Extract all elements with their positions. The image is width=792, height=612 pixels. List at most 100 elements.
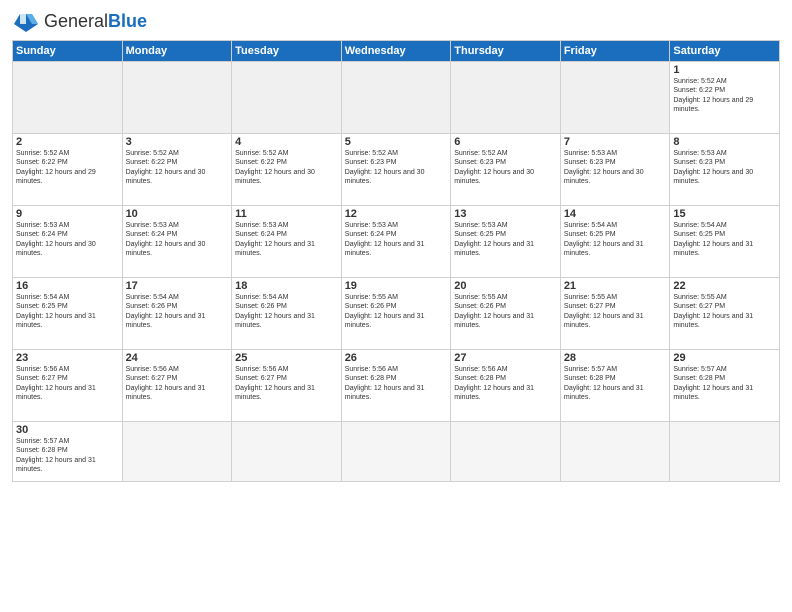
calendar-cell: 25Sunrise: 5:56 AMSunset: 6:27 PMDayligh… [232,350,342,422]
day-number: 2 [16,136,119,148]
day-number: 30 [16,424,119,436]
calendar-cell: 16Sunrise: 5:54 AMSunset: 6:25 PMDayligh… [13,278,123,350]
calendar-cell: 26Sunrise: 5:56 AMSunset: 6:28 PMDayligh… [341,350,451,422]
calendar-cell [341,62,451,134]
day-number: 8 [673,136,776,148]
day-number: 11 [235,208,338,220]
day-info: Sunrise: 5:55 AMSunset: 6:26 PMDaylight:… [345,293,448,331]
day-number: 29 [673,352,776,364]
day-number: 24 [126,352,229,364]
day-number: 23 [16,352,119,364]
calendar-cell: 27Sunrise: 5:56 AMSunset: 6:28 PMDayligh… [451,350,561,422]
header-wednesday: Wednesday [341,41,451,62]
day-number: 16 [16,280,119,292]
day-number: 3 [126,136,229,148]
calendar-cell [232,422,342,482]
day-number: 18 [235,280,338,292]
day-info: Sunrise: 5:52 AMSunset: 6:22 PMDaylight:… [16,149,119,187]
header-tuesday: Tuesday [232,41,342,62]
calendar-cell: 29Sunrise: 5:57 AMSunset: 6:28 PMDayligh… [670,350,780,422]
calendar-cell [451,62,561,134]
day-number: 15 [673,208,776,220]
day-info: Sunrise: 5:53 AMSunset: 6:24 PMDaylight:… [16,221,119,259]
day-number: 7 [564,136,667,148]
calendar-cell [670,422,780,482]
day-number: 5 [345,136,448,148]
day-number: 9 [16,208,119,220]
day-number: 12 [345,208,448,220]
calendar-cell: 4Sunrise: 5:52 AMSunset: 6:22 PMDaylight… [232,134,342,206]
day-info: Sunrise: 5:57 AMSunset: 6:28 PMDaylight:… [673,365,776,403]
calendar-cell: 2Sunrise: 5:52 AMSunset: 6:22 PMDaylight… [13,134,123,206]
day-info: Sunrise: 5:53 AMSunset: 6:23 PMDaylight:… [564,149,667,187]
day-number: 14 [564,208,667,220]
calendar-cell: 12Sunrise: 5:53 AMSunset: 6:24 PMDayligh… [341,206,451,278]
day-info: Sunrise: 5:52 AMSunset: 6:22 PMDaylight:… [235,149,338,187]
calendar-cell: 15Sunrise: 5:54 AMSunset: 6:25 PMDayligh… [670,206,780,278]
calendar-cell: 24Sunrise: 5:56 AMSunset: 6:27 PMDayligh… [122,350,232,422]
day-number: 21 [564,280,667,292]
day-info: Sunrise: 5:52 AMSunset: 6:22 PMDaylight:… [673,77,776,115]
calendar-cell [341,422,451,482]
calendar-cell: 21Sunrise: 5:55 AMSunset: 6:27 PMDayligh… [560,278,670,350]
day-info: Sunrise: 5:53 AMSunset: 6:23 PMDaylight:… [673,149,776,187]
calendar-cell [560,62,670,134]
calendar-cell: 6Sunrise: 5:52 AMSunset: 6:23 PMDaylight… [451,134,561,206]
calendar-cell: 3Sunrise: 5:52 AMSunset: 6:22 PMDaylight… [122,134,232,206]
calendar-cell: 8Sunrise: 5:53 AMSunset: 6:23 PMDaylight… [670,134,780,206]
calendar-cell: 13Sunrise: 5:53 AMSunset: 6:25 PMDayligh… [451,206,561,278]
day-info: Sunrise: 5:54 AMSunset: 6:25 PMDaylight:… [564,221,667,259]
day-info: Sunrise: 5:53 AMSunset: 6:24 PMDaylight:… [126,221,229,259]
day-info: Sunrise: 5:56 AMSunset: 6:28 PMDaylight:… [345,365,448,403]
header-thursday: Thursday [451,41,561,62]
header-friday: Friday [560,41,670,62]
day-number: 1 [673,64,776,76]
calendar-cell: 5Sunrise: 5:52 AMSunset: 6:23 PMDaylight… [341,134,451,206]
calendar-cell: 14Sunrise: 5:54 AMSunset: 6:25 PMDayligh… [560,206,670,278]
day-number: 25 [235,352,338,364]
day-number: 4 [235,136,338,148]
weekday-header-row: Sunday Monday Tuesday Wednesday Thursday… [13,41,780,62]
day-info: Sunrise: 5:56 AMSunset: 6:27 PMDaylight:… [16,365,119,403]
calendar-table: Sunday Monday Tuesday Wednesday Thursday… [12,40,780,482]
day-number: 22 [673,280,776,292]
day-number: 13 [454,208,557,220]
day-info: Sunrise: 5:54 AMSunset: 6:25 PMDaylight:… [16,293,119,331]
day-info: Sunrise: 5:54 AMSunset: 6:26 PMDaylight:… [126,293,229,331]
day-info: Sunrise: 5:56 AMSunset: 6:27 PMDaylight:… [126,365,229,403]
calendar-cell: 7Sunrise: 5:53 AMSunset: 6:23 PMDaylight… [560,134,670,206]
day-info: Sunrise: 5:54 AMSunset: 6:26 PMDaylight:… [235,293,338,331]
day-info: Sunrise: 5:52 AMSunset: 6:23 PMDaylight:… [345,149,448,187]
day-number: 6 [454,136,557,148]
calendar-cell: 23Sunrise: 5:56 AMSunset: 6:27 PMDayligh… [13,350,123,422]
day-info: Sunrise: 5:53 AMSunset: 6:25 PMDaylight:… [454,221,557,259]
day-number: 10 [126,208,229,220]
logo-text: GeneralBlue [44,12,147,32]
day-info: Sunrise: 5:53 AMSunset: 6:24 PMDaylight:… [345,221,448,259]
day-info: Sunrise: 5:55 AMSunset: 6:27 PMDaylight:… [673,293,776,331]
day-info: Sunrise: 5:56 AMSunset: 6:28 PMDaylight:… [454,365,557,403]
calendar-cell: 30Sunrise: 5:57 AMSunset: 6:28 PMDayligh… [13,422,123,482]
day-info: Sunrise: 5:54 AMSunset: 6:25 PMDaylight:… [673,221,776,259]
calendar-cell [560,422,670,482]
calendar-cell: 1Sunrise: 5:52 AMSunset: 6:22 PMDaylight… [670,62,780,134]
header-sunday: Sunday [13,41,123,62]
day-number: 19 [345,280,448,292]
logo: GeneralBlue [12,10,147,34]
calendar-cell [451,422,561,482]
calendar-cell [122,62,232,134]
day-info: Sunrise: 5:55 AMSunset: 6:27 PMDaylight:… [564,293,667,331]
day-number: 17 [126,280,229,292]
calendar-cell: 28Sunrise: 5:57 AMSunset: 6:28 PMDayligh… [560,350,670,422]
calendar-cell: 11Sunrise: 5:53 AMSunset: 6:24 PMDayligh… [232,206,342,278]
logo-icon [12,10,40,34]
calendar-cell: 17Sunrise: 5:54 AMSunset: 6:26 PMDayligh… [122,278,232,350]
calendar-cell: 9Sunrise: 5:53 AMSunset: 6:24 PMDaylight… [13,206,123,278]
day-number: 27 [454,352,557,364]
page: GeneralBlue Sunday Monday Tuesday Wednes… [0,0,792,612]
calendar-cell: 10Sunrise: 5:53 AMSunset: 6:24 PMDayligh… [122,206,232,278]
day-info: Sunrise: 5:55 AMSunset: 6:26 PMDaylight:… [454,293,557,331]
calendar-cell: 20Sunrise: 5:55 AMSunset: 6:26 PMDayligh… [451,278,561,350]
header-monday: Monday [122,41,232,62]
calendar-cell: 19Sunrise: 5:55 AMSunset: 6:26 PMDayligh… [341,278,451,350]
